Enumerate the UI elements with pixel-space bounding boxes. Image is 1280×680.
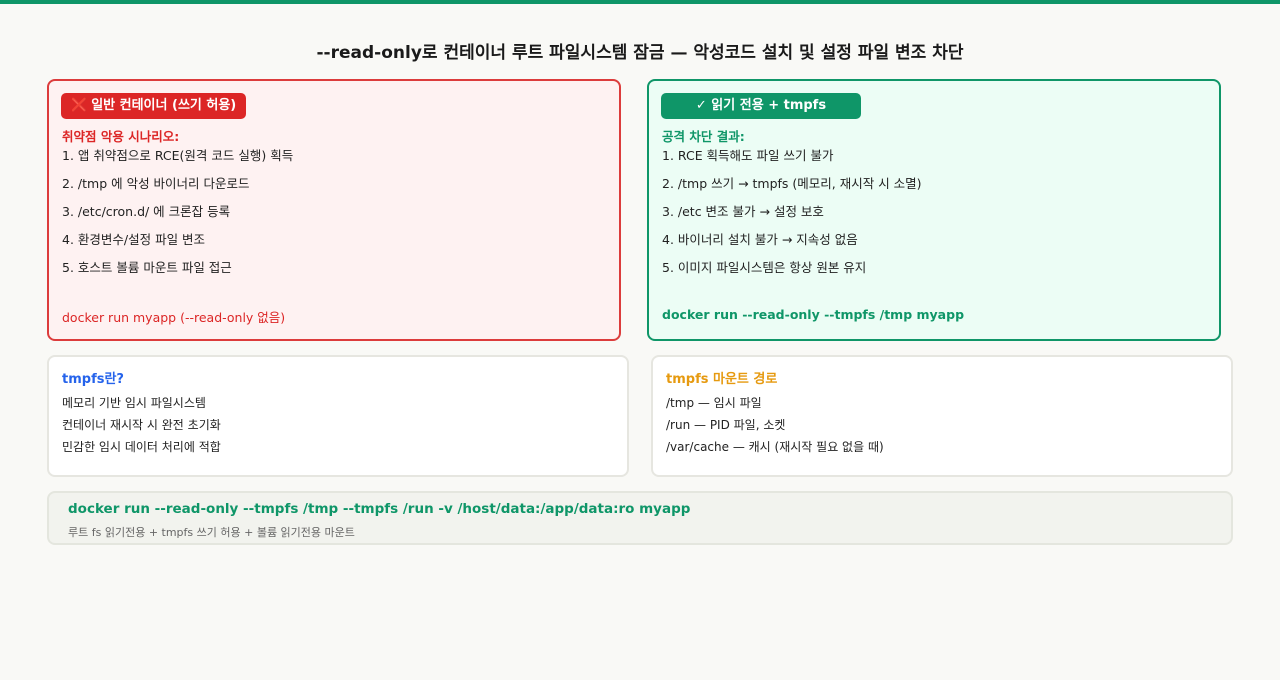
page-title: --read-only로 컨테이너 루트 파일시스템 잠금 — 악성코드 설치 … (316, 43, 964, 63)
writable-container-badge-label: 일반 컨테이너 (쓰기 허용) (91, 98, 237, 113)
cross-mark-icon: ❌ (71, 98, 88, 113)
list-item: 메모리 기반 임시 파일시스템 (62, 396, 206, 410)
attack-blocked-list: 1. RCE 획득해도 파일 쓰기 불가 2. /tmp 쓰기 → tmpfs … (662, 147, 922, 287)
tmpfs-mount-paths-title: tmpfs 마운트 경로 (666, 372, 778, 387)
attack-scenario-heading: 취약점 악용 시나리오: (62, 129, 180, 144)
tmpfs-info-title: tmpfs란? (62, 372, 124, 387)
final-command-box: docker run --read-only --tmpfs /tmp --tm… (47, 491, 1233, 545)
list-item: 5. 이미지 파일시스템은 항상 원본 유지 (662, 260, 867, 275)
list-item: /tmp — 임시 파일 (666, 396, 762, 410)
writable-container-panel: ❌ 일반 컨테이너 (쓰기 허용) 취약점 악용 시나리오: 1. 앱 취약점으로… (47, 79, 621, 341)
list-item: 3. /etc/cron.d/ 에 크론잡 등록 (62, 204, 231, 219)
list-item: /run — PID 파일, 소켓 (666, 418, 786, 432)
read-only-run-command: docker run --read-only --tmpfs /tmp myap… (662, 307, 965, 322)
attack-blocked-heading: 공격 차단 결과: (662, 129, 745, 144)
list-item: 5. 호스트 볼륨 마운트 파일 접근 (62, 260, 232, 275)
list-item: 컨테이너 재시작 시 완전 초기화 (62, 418, 221, 432)
list-item: 2. /tmp 쓰기 → tmpfs (메모리, 재시작 시 소멸) (662, 176, 922, 191)
tmpfs-mount-paths-list: /tmp — 임시 파일 /run — PID 파일, 소켓 /var/cach… (666, 395, 884, 461)
list-item: 2. /tmp 에 악성 바이너리 다운로드 (62, 176, 250, 191)
list-item: 3. /etc 변조 불가 → 설정 보호 (662, 204, 824, 219)
tmpfs-info-card: tmpfs란? 메모리 기반 임시 파일시스템 컨테이너 재시작 시 완전 초기… (47, 355, 629, 477)
read-only-badge: ✓ 읽기 전용 + tmpfs (661, 93, 861, 119)
list-item: 4. 바이너리 설치 불가 → 지속성 없음 (662, 232, 858, 247)
tmpfs-info-list: 메모리 기반 임시 파일시스템 컨테이너 재시작 시 완전 초기화 민감한 임시… (62, 395, 221, 461)
final-run-command: docker run --read-only --tmpfs /tmp --tm… (68, 501, 691, 517)
tmpfs-mount-paths-card: tmpfs 마운트 경로 /tmp — 임시 파일 /run — PID 파일,… (651, 355, 1233, 477)
list-item: /var/cache — 캐시 (재시작 필요 없을 때) (666, 440, 884, 454)
read-only-container-panel: ✓ 읽기 전용 + tmpfs 공격 차단 결과: 1. RCE 획득해도 파일… (647, 79, 1221, 341)
list-item: 민감한 임시 데이터 처리에 적합 (62, 440, 221, 454)
final-command-description: 루트 fs 읽기전용 + tmpfs 쓰기 허용 + 볼륨 읽기전용 마운트 (68, 526, 355, 539)
list-item: 1. 앱 취약점으로 RCE(원격 코드 실행) 획득 (62, 148, 294, 163)
list-item: 1. RCE 획득해도 파일 쓰기 불가 (662, 148, 834, 163)
writable-run-command: docker run myapp (--read-only 없음) (62, 310, 286, 325)
writable-container-badge: ❌ 일반 컨테이너 (쓰기 허용) (61, 93, 247, 119)
attack-scenario-list: 1. 앱 취약점으로 RCE(원격 코드 실행) 획득 2. /tmp 에 악성… (62, 147, 293, 287)
top-accent-bar (0, 0, 1280, 4)
list-item: 4. 환경변수/설정 파일 변조 (62, 232, 206, 247)
